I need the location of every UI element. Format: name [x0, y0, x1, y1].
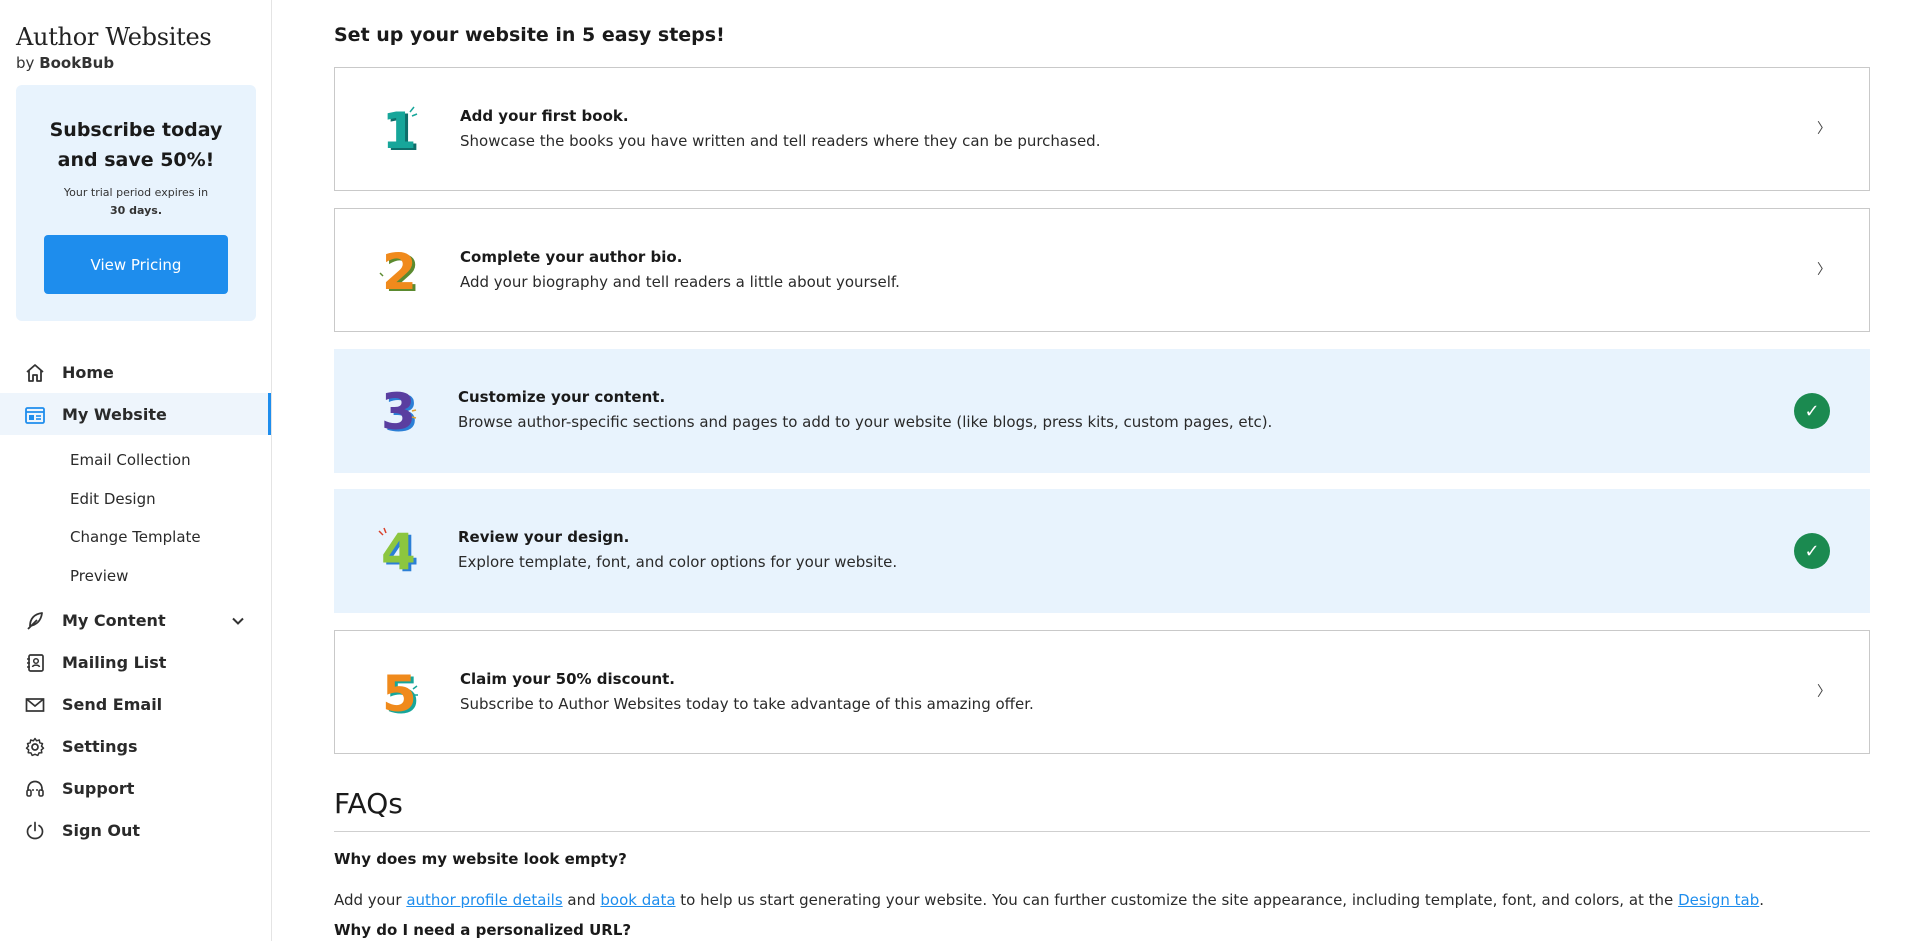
trial-notice: Your trial period expires in 30 days.: [16, 184, 256, 220]
faq-question-personalized-url: Why do I need a personalized URL?: [334, 921, 632, 939]
contacts-icon: [24, 652, 46, 674]
brand-name: BookBub: [39, 54, 115, 72]
step-title: Add your first book.: [460, 107, 629, 125]
number-one-icon: 1 1: [382, 102, 419, 158]
checkmark-icon: ✓: [1794, 533, 1830, 569]
sidebar-item-home[interactable]: Home: [0, 351, 271, 393]
sidebar-item-label: Send Email: [62, 695, 163, 714]
step-title: Claim your 50% discount.: [460, 670, 676, 688]
setup-step-2[interactable]: 2 2 Complete your author bio. Add your b…: [334, 208, 1870, 332]
sidebar-item-label: My Content: [62, 611, 166, 630]
chevron-right-icon[interactable]: 〉: [1817, 259, 1831, 279]
number-four-icon: 4 4: [378, 523, 418, 579]
svg-text:5: 5: [382, 665, 417, 721]
sidebar: Author Websites by BookBub Subscribe tod…: [0, 0, 272, 941]
promo-headline-line1: Subscribe today: [49, 119, 223, 141]
svg-text:4: 4: [381, 523, 416, 579]
faq-answer-text: and: [562, 891, 601, 909]
setup-step-4[interactable]: 4 4 Review your design. Explore template…: [334, 489, 1870, 613]
faq-answer-text: .: [1759, 891, 1764, 909]
envelope-icon: [24, 694, 46, 716]
sidebar-item-mailing-list[interactable]: Mailing List: [0, 641, 271, 683]
step-title: Customize your content.: [458, 388, 666, 406]
faq-answer-empty-website: Add your author profile details and book…: [334, 890, 1764, 910]
chevron-right-icon[interactable]: 〉: [1817, 118, 1831, 138]
number-three-icon: 3 3: [381, 383, 418, 439]
checkmark-icon: ✓: [1794, 393, 1830, 429]
sidebar-item-support[interactable]: Support: [0, 767, 271, 809]
svg-text:2: 2: [382, 243, 417, 299]
sidebar-nav: Home My Website Email Collection Edit De…: [0, 351, 271, 851]
sidebar-subitem-preview[interactable]: Preview: [0, 557, 271, 596]
faq-answer-text: Add your: [334, 891, 407, 909]
home-icon: [24, 362, 46, 384]
step-description: Subscribe to Author Websites today to ta…: [460, 695, 1034, 713]
trial-days: 30 days.: [110, 204, 162, 217]
trial-text: Your trial period expires in: [63, 186, 209, 199]
sidebar-subitem-change-template[interactable]: Change Template: [0, 518, 271, 557]
sidebar-item-my-website[interactable]: My Website: [0, 393, 271, 435]
brand-subtitle: by BookBub: [16, 53, 211, 73]
step-description: Add your biography and tell readers a li…: [460, 273, 900, 291]
step-title: Review your design.: [458, 528, 630, 546]
sidebar-item-label: Sign Out: [62, 821, 141, 840]
headset-icon: [24, 778, 46, 800]
setup-step-3[interactable]: 3 3 Customize your content. Browse autho…: [334, 349, 1870, 473]
sidebar-item-label: Support: [62, 779, 135, 798]
website-icon: [24, 404, 46, 426]
setup-title: Set up your website in 5 easy steps!: [334, 24, 725, 46]
chevron-down-icon[interactable]: [231, 613, 245, 632]
my-website-submenu: Email Collection Edit Design Change Temp…: [0, 435, 271, 599]
number-five-icon: 5 5: [382, 665, 419, 721]
faq-title: FAQs: [334, 787, 403, 820]
feather-icon: [24, 610, 46, 632]
sidebar-item-settings[interactable]: Settings: [0, 725, 271, 767]
sidebar-item-label: Settings: [62, 737, 138, 756]
faq-divider: [334, 831, 1870, 832]
faq-answer-text: to help us start generating your website…: [675, 891, 1679, 909]
setup-step-1[interactable]: 1 1 Add your first book. Showcase the bo…: [334, 67, 1870, 191]
sidebar-item-label: Mailing List: [62, 653, 167, 672]
view-pricing-button[interactable]: View Pricing: [44, 235, 228, 294]
sidebar-subitem-edit-design[interactable]: Edit Design: [0, 480, 271, 519]
sidebar-item-send-email[interactable]: Send Email: [0, 683, 271, 725]
chevron-right-icon[interactable]: 〉: [1817, 681, 1831, 701]
brand-logo[interactable]: Author Websites by BookBub: [16, 22, 212, 73]
step-description: Explore template, font, and color option…: [458, 553, 898, 571]
brand-by: by: [16, 54, 35, 72]
gear-icon: [24, 736, 46, 758]
number-two-icon: 2 2: [379, 243, 419, 299]
svg-text:3: 3: [381, 383, 416, 439]
sidebar-item-label: Home: [62, 363, 114, 382]
design-tab-link[interactable]: Design tab: [1678, 891, 1759, 909]
main-content: Set up your website in 5 easy steps! 1 1…: [334, 0, 1870, 941]
subscribe-promo: Subscribe today and save 50%! Your trial…: [16, 85, 256, 321]
brand-title: Author Websites: [16, 23, 212, 51]
power-icon: [24, 820, 46, 842]
faq-question-empty-website: Why does my website look empty?: [334, 850, 627, 868]
author-profile-details-link[interactable]: author profile details: [406, 891, 562, 909]
promo-headline: Subscribe today and save 50%!: [16, 115, 256, 175]
sidebar-item-my-content[interactable]: My Content: [0, 599, 271, 641]
step-description: Browse author-specific sections and page…: [458, 413, 1273, 431]
setup-step-5[interactable]: 5 5 Claim your 50% discount. Subscribe t…: [334, 630, 1870, 754]
promo-headline-line2: and save 50%!: [57, 149, 215, 171]
step-title: Complete your author bio.: [460, 248, 683, 266]
book-data-link[interactable]: book data: [600, 891, 675, 909]
step-description: Showcase the books you have written and …: [460, 132, 1101, 150]
sidebar-item-label: My Website: [62, 405, 167, 424]
sidebar-subitem-email-collection[interactable]: Email Collection: [0, 441, 271, 480]
sidebar-item-sign-out[interactable]: Sign Out: [0, 809, 271, 851]
